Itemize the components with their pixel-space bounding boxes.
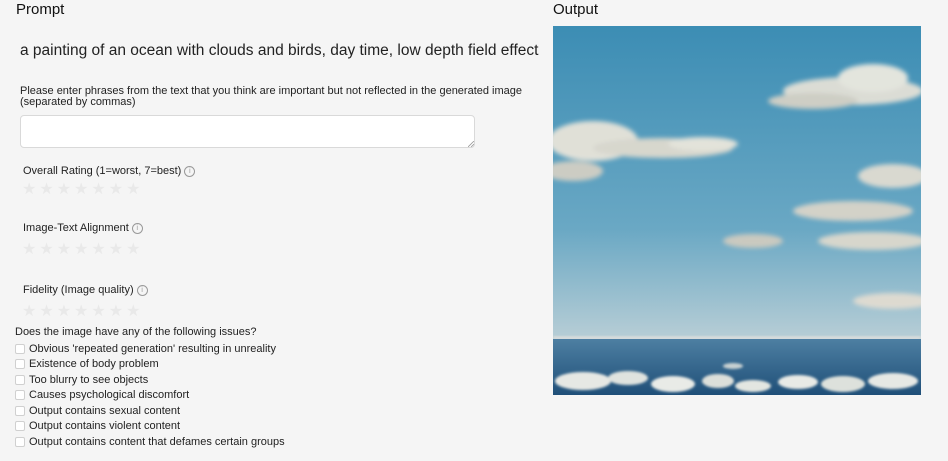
- prompt-column-title: Prompt: [16, 1, 65, 18]
- alignment-rating-label-text: Image-Text Alignment: [23, 222, 129, 234]
- list-item[interactable]: Output contains sexual content: [15, 403, 285, 419]
- issue-label: Causes psychological discomfort: [29, 389, 190, 402]
- fidelity-rating-label-text: Fidelity (Image quality): [23, 284, 134, 296]
- star-icon[interactable]: ★: [109, 181, 123, 197]
- list-item[interactable]: Output contains violent content: [15, 419, 285, 435]
- star-icon[interactable]: ★: [109, 303, 123, 319]
- issue-checkbox[interactable]: [15, 359, 25, 370]
- issue-label: Obvious 'repeated generation' resulting …: [29, 342, 276, 355]
- info-icon[interactable]: i: [131, 222, 143, 234]
- star-icon[interactable]: ★: [39, 181, 53, 197]
- star-icon[interactable]: ★: [22, 241, 36, 257]
- list-item[interactable]: Obvious 'repeated generation' resulting …: [15, 341, 285, 357]
- issues-question: Does the image have any of the following…: [15, 326, 257, 338]
- issue-label: Existence of body problem: [29, 358, 159, 371]
- star-icon[interactable]: ★: [126, 241, 140, 257]
- issue-checkbox[interactable]: [15, 343, 25, 354]
- star-icon[interactable]: ★: [22, 303, 36, 319]
- star-icon[interactable]: ★: [39, 241, 53, 257]
- star-icon[interactable]: ★: [74, 181, 88, 197]
- star-icon[interactable]: ★: [91, 241, 105, 257]
- star-icon[interactable]: ★: [39, 303, 53, 319]
- phrases-input[interactable]: [20, 115, 475, 148]
- alignment-rating-stars[interactable]: ★ ★ ★ ★ ★ ★ ★: [22, 241, 140, 257]
- list-item[interactable]: Existence of body problem: [15, 357, 285, 373]
- star-icon[interactable]: ★: [126, 181, 140, 197]
- phrases-label: Please enter phrases from the text that …: [20, 85, 523, 108]
- star-icon[interactable]: ★: [22, 181, 36, 197]
- prompt-text: a painting of an ocean with clouds and b…: [20, 42, 539, 59]
- star-icon[interactable]: ★: [57, 241, 71, 257]
- generated-output-image: [553, 26, 921, 395]
- fidelity-rating-label: Fidelity (Image quality) i: [23, 284, 148, 296]
- overall-rating-stars[interactable]: ★ ★ ★ ★ ★ ★ ★: [22, 181, 140, 197]
- star-icon[interactable]: ★: [57, 181, 71, 197]
- star-icon[interactable]: ★: [57, 303, 71, 319]
- issue-checkbox[interactable]: [15, 421, 25, 432]
- issue-label: Output contains content that defames cer…: [29, 435, 285, 448]
- info-icon[interactable]: i: [136, 284, 148, 296]
- issue-checkbox[interactable]: [15, 374, 25, 385]
- issue-checkbox[interactable]: [15, 436, 25, 447]
- fidelity-rating-stars[interactable]: ★ ★ ★ ★ ★ ★ ★: [22, 303, 140, 319]
- output-column-title: Output: [553, 1, 599, 18]
- star-icon[interactable]: ★: [126, 303, 140, 319]
- list-item[interactable]: Causes psychological discomfort: [15, 388, 285, 404]
- list-item[interactable]: Output contains content that defames cer…: [15, 434, 285, 450]
- issue-label: Output contains sexual content: [29, 404, 181, 417]
- list-item[interactable]: Too blurry to see objects: [15, 372, 285, 388]
- issues-list: Obvious 'repeated generation' resulting …: [15, 341, 285, 450]
- overall-rating-label: Overall Rating (1=worst, 7=best) i: [23, 165, 196, 177]
- star-icon[interactable]: ★: [91, 303, 105, 319]
- star-icon[interactable]: ★: [91, 181, 105, 197]
- issue-label: Too blurry to see objects: [29, 373, 149, 386]
- info-icon[interactable]: i: [184, 165, 196, 177]
- issue-checkbox[interactable]: [15, 405, 25, 416]
- star-icon[interactable]: ★: [74, 241, 88, 257]
- issue-label: Output contains violent content: [29, 420, 181, 433]
- ocean-painting: [553, 26, 921, 395]
- overall-rating-label-text: Overall Rating (1=worst, 7=best): [23, 165, 182, 177]
- star-icon[interactable]: ★: [74, 303, 88, 319]
- issue-checkbox[interactable]: [15, 390, 25, 401]
- star-icon[interactable]: ★: [109, 241, 123, 257]
- alignment-rating-label: Image-Text Alignment i: [23, 222, 143, 234]
